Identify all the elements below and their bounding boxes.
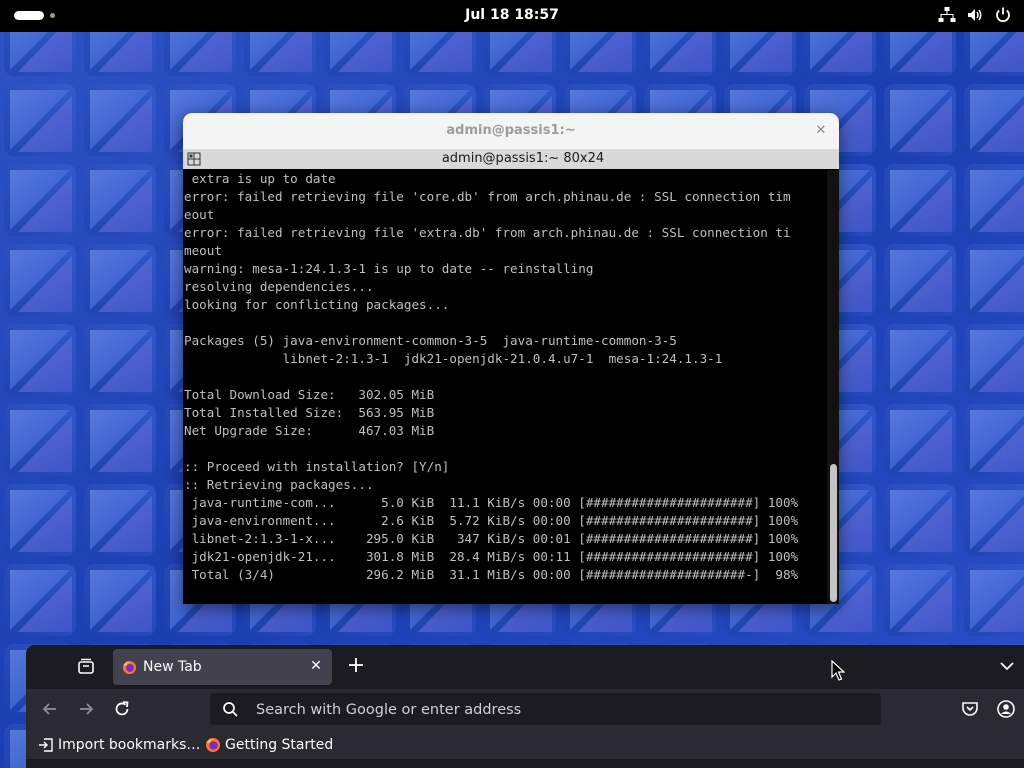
terminal-line: libnet-2:1.3-1 jdk21-openjdk-21.0.4.u7-1…	[184, 351, 723, 366]
import-icon	[39, 738, 53, 752]
new-tab-button[interactable]: +	[344, 654, 368, 678]
firefox-tab-strip: New Tab ✕ +	[26, 645, 1024, 689]
back-icon[interactable]	[40, 699, 60, 719]
chevron-down-icon[interactable]	[998, 657, 1016, 675]
terminal-line: eout	[184, 207, 215, 222]
scrollbar-thumb[interactable]	[830, 464, 837, 602]
bookmark-label: Import bookmarks…	[58, 737, 201, 753]
firefox-view-icon[interactable]	[74, 655, 98, 679]
terminal-line: :: Retrieving packages...	[184, 477, 374, 492]
terminal-line: Packages (5) java-environment-common-3-5…	[184, 333, 677, 348]
page-content-area[interactable]	[26, 759, 1024, 768]
bookmark-getting-started[interactable]: Getting Started	[205, 735, 333, 755]
url-bar[interactable]	[210, 693, 881, 725]
top-bar: Jul 18 18:57	[0, 0, 1024, 32]
terminal-line: java-environment... 2.6 KiB 5.72 KiB/s 0…	[184, 513, 799, 528]
terminal-line: resolving dependencies...	[184, 279, 374, 294]
terminal-line: error: failed retrieving file 'extra.db'…	[184, 225, 791, 240]
power-icon	[996, 7, 1010, 22]
terminal-line: error: failed retrieving file 'core.db' …	[184, 189, 791, 204]
terminal-line: warning: mesa-1:24.1.3-1 is up to date -…	[184, 261, 594, 276]
terminal-line: libnet-2:1.3-1-x... 295.0 KiB 347 KiB/s …	[184, 531, 799, 546]
terminal-tab-bar: admin@passis1:~ 80x24	[183, 150, 839, 169]
terminal-line: jdk21-openjdk-21... 301.8 MiB 28.4 MiB/s…	[184, 549, 799, 564]
account-icon[interactable]	[996, 699, 1016, 719]
terminal-line: Total Download Size: 302.05 MiB	[184, 387, 435, 402]
firefox-icon	[122, 660, 137, 675]
firefox-icon	[206, 738, 220, 752]
reload-icon[interactable]	[112, 699, 132, 719]
firefox-navigation-bar	[26, 689, 1024, 729]
terminal-line: Total Installed Size: 563.95 MiB	[184, 405, 435, 420]
bookmarks-toolbar: Import bookmarks… Getting Started	[26, 729, 1024, 759]
terminal-window-title: admin@passis1:~	[446, 123, 576, 138]
pocket-icon[interactable]	[960, 699, 980, 719]
system-tray[interactable]	[938, 6, 1012, 26]
network-icon	[938, 7, 956, 22]
terminal-line: java-runtime-com... 5.0 KiB 11.1 KiB/s 0…	[184, 495, 799, 510]
search-input[interactable]	[254, 697, 858, 723]
firefox-window[interactable]: New Tab ✕ + Search with Google or enter …	[26, 645, 1024, 768]
forward-icon[interactable]	[76, 699, 96, 719]
search-icon	[223, 702, 238, 717]
terminal-line: Net Upgrade Size: 467.03 MiB	[184, 423, 435, 438]
clock[interactable]: Jul 18 18:57	[0, 7, 1024, 23]
terminal-titlebar[interactable]: admin@passis1:~ ✕	[183, 113, 839, 150]
terminal-line: looking for conflicting packages...	[184, 297, 450, 312]
terminal-window[interactable]: admin@passis1:~ ✕ admin@passis1:~ 80x24 …	[183, 113, 839, 604]
close-tab-icon[interactable]: ✕	[308, 658, 324, 674]
terminal-line: Total (3/4) 296.2 MiB 31.1 MiB/s 00:00 […	[184, 567, 799, 582]
terminal-line: extra is up to date	[184, 171, 336, 186]
bookmark-import[interactable]: Import bookmarks…	[38, 735, 200, 755]
terminal-line: :: Proceed with installation? [Y/n]	[184, 459, 450, 474]
mouse-cursor-icon	[831, 660, 845, 681]
terminal-scrollbar[interactable]	[827, 170, 839, 604]
volume-icon	[968, 9, 982, 21]
tab-title: New Tab	[143, 659, 202, 675]
terminal-output[interactable]: extra is up to date error: failed retriev…	[184, 170, 826, 604]
close-icon[interactable]: ✕	[813, 123, 829, 139]
bookmark-label: Getting Started	[225, 737, 334, 753]
tab-new-tab[interactable]: New Tab ✕	[113, 649, 332, 685]
terminal-line: meout	[184, 243, 222, 258]
terminal-tab-title[interactable]: admin@passis1:~ 80x24	[183, 151, 839, 166]
